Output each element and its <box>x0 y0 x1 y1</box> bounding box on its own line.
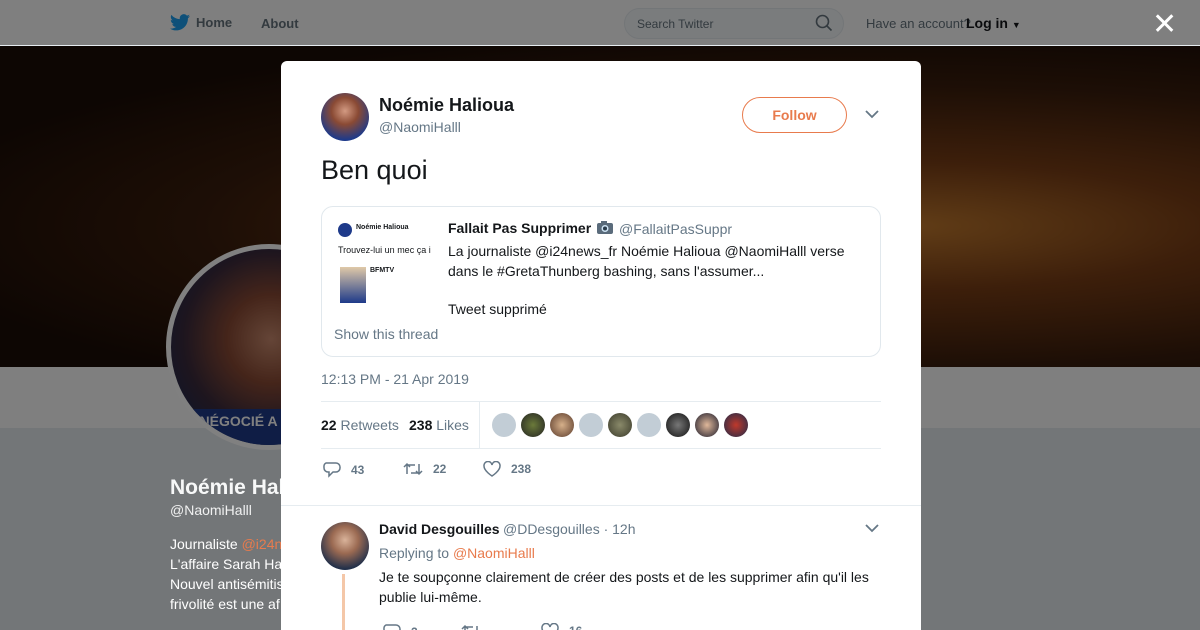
reply-action[interactable]: 43 <box>323 461 364 478</box>
bio-line: L'affaire Sarah Ha <box>170 556 283 572</box>
liker-avatar[interactable] <box>550 413 574 437</box>
retweets-label: Retweets <box>340 417 399 433</box>
retweet-icon <box>403 462 423 476</box>
quote-author-handle[interactable]: @FallaitPasSuppr <box>619 221 732 237</box>
reply-actions: 2 16 <box>379 619 879 630</box>
camera-icon <box>597 221 613 234</box>
tweet-actions: 43 22 238 <box>321 459 881 483</box>
liker-avatar[interactable] <box>724 413 748 437</box>
liker-avatar[interactable] <box>608 413 632 437</box>
heart-icon <box>541 623 559 630</box>
liker-avatar[interactable] <box>637 413 661 437</box>
reply-author-avatar[interactable] <box>321 522 369 570</box>
reply-icon <box>323 462 341 478</box>
like-count: 16 <box>569 624 582 630</box>
divider <box>281 505 921 506</box>
profile-bio: Journaliste @i24n L'affaire Sarah Ha Nou… <box>170 534 290 614</box>
retweet-count: 22 <box>433 462 447 476</box>
tweet-modal: Noémie Halioua @NaomiHalll Follow Ben qu… <box>281 61 921 630</box>
liker-avatar[interactable] <box>579 413 603 437</box>
like-action[interactable]: 238 <box>483 461 531 477</box>
divider <box>479 402 480 448</box>
liker-avatar[interactable] <box>666 413 690 437</box>
reply-icon <box>383 624 401 630</box>
quote-text: La journaliste @i24news_fr Noémie Haliou… <box>448 243 845 279</box>
reply-time[interactable]: · 12h <box>604 521 636 537</box>
likers-avatars <box>492 413 753 437</box>
thumb-text: Trouvez-lui un mec ça i <box>338 245 431 255</box>
thumb-photo <box>340 267 366 303</box>
reply-count: 2 <box>411 625 418 630</box>
bio-line: Journaliste @i24n <box>170 534 290 554</box>
bio-mention-link[interactable]: @i24n <box>242 536 283 552</box>
author-handle[interactable]: @NaomiHalll <box>379 119 461 135</box>
tweet-stats: 22 Retweets 238 Likes <box>321 401 881 449</box>
quoted-tweet[interactable]: Noémie Halioua Trouvez-lui un mec ça i B… <box>321 206 881 357</box>
replying-to-mention[interactable]: @NaomiHalll <box>453 545 535 561</box>
chevron-down-icon[interactable] <box>865 523 879 533</box>
thumb-avatar <box>338 223 352 237</box>
author-avatar[interactable] <box>321 93 369 141</box>
retweet-action[interactable] <box>461 623 491 630</box>
top-nav-bar: Home About Have an account? Log in ▼ <box>0 0 1200 46</box>
profile-name: Noémie Hal <box>170 476 285 499</box>
quote-thumbnail: Noémie Halioua Trouvez-lui un mec ça i B… <box>336 221 438 319</box>
retweet-icon <box>461 624 478 630</box>
reply-count: 43 <box>351 462 365 477</box>
reply-author-handle[interactable]: @DDesgouilles · 12h <box>503 521 636 537</box>
liker-avatar[interactable] <box>695 413 719 437</box>
retweets-stat[interactable]: 22 Retweets <box>321 417 399 433</box>
chevron-down-icon[interactable] <box>865 109 879 119</box>
like-count: 238 <box>511 462 532 476</box>
quote-author-name[interactable]: Fallait Pas Supprimer <box>448 220 591 236</box>
replying-to-label: Replying to <box>379 545 450 561</box>
follow-button[interactable]: Follow <box>742 97 847 133</box>
thumb-name: Noémie Halioua <box>356 224 409 231</box>
thread-line <box>342 574 345 630</box>
reply-handle-text: @DDesgouilles <box>503 521 600 537</box>
replying-to: Replying to @NaomiHalll <box>379 545 535 561</box>
reply-action[interactable]: 2 <box>383 623 418 630</box>
likes-label: Likes <box>436 417 469 433</box>
profile-handle: @NaomiHalll <box>170 502 252 518</box>
reply-text: Je te soupçonne clairement de créer des … <box>379 569 869 605</box>
tweet-timestamp[interactable]: 12:13 PM - 21 Apr 2019 <box>321 371 469 387</box>
reply-author-name[interactable]: David Desgouilles <box>379 521 500 537</box>
tweet-text: Ben quoi <box>321 155 428 185</box>
author-name[interactable]: Noémie Halioua <box>379 95 514 116</box>
thumb-source: BFMTV <box>370 267 395 274</box>
likes-stat[interactable]: 238 Likes <box>409 417 469 433</box>
retweets-count: 22 <box>321 417 337 433</box>
heart-icon <box>483 461 501 477</box>
retweet-action[interactable]: 22 <box>403 461 446 477</box>
close-icon[interactable]: ✕ <box>1152 10 1177 40</box>
bio-line: Nouvel antisémitis <box>170 576 284 592</box>
bio-text: Journaliste <box>170 536 242 552</box>
show-thread-link[interactable]: Show this thread <box>334 326 438 342</box>
overlay-dim <box>0 0 1200 45</box>
liker-avatar[interactable] <box>492 413 516 437</box>
liker-avatar[interactable] <box>521 413 545 437</box>
like-action[interactable]: 16 <box>541 623 582 630</box>
quote-deleted-text: Tweet supprimé <box>448 301 547 317</box>
bio-line: frivolité est une af <box>170 596 280 612</box>
likes-count: 238 <box>409 417 433 433</box>
